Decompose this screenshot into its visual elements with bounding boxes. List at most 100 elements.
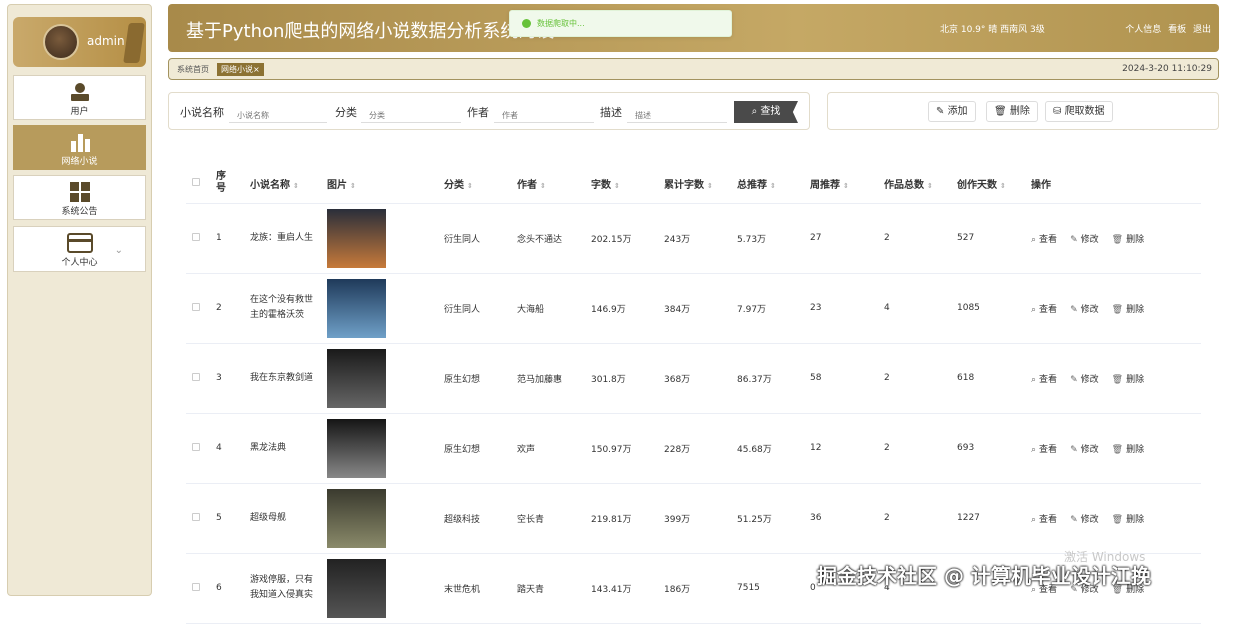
- cell-week_rec-text: 36: [810, 513, 822, 523]
- cell-total_rec-text: 5.73万: [737, 234, 767, 245]
- col-days[interactable]: 创作天数 ⇕: [957, 164, 1031, 204]
- dashboard-link[interactable]: 看板: [1168, 25, 1186, 35]
- cell-works: 2: [884, 483, 957, 554]
- row-checkbox[interactable]: [192, 232, 200, 241]
- sidebar-item-novels[interactable]: 网络小说: [13, 125, 146, 170]
- cell-name-text: 黑龙法典: [250, 442, 287, 453]
- view-label: 查看: [1039, 304, 1058, 315]
- active-tag[interactable]: 网络小说×: [217, 63, 264, 76]
- author-input[interactable]: [494, 101, 594, 123]
- cell-select: [186, 483, 216, 554]
- select-all-checkbox[interactable]: [192, 177, 200, 186]
- bar-chart-icon: [70, 134, 90, 152]
- edit-button[interactable]: ✎ 修改: [1070, 305, 1099, 315]
- novel-name-input[interactable]: [229, 101, 327, 123]
- row-checkbox[interactable]: [192, 442, 200, 451]
- cell-category-text: 原生幻想: [444, 374, 481, 385]
- edit-button[interactable]: ✎ 修改: [1070, 375, 1099, 385]
- col-name[interactable]: 小说名称 ⇕: [250, 164, 327, 204]
- edit-icon: ✎: [1070, 444, 1078, 455]
- sort-icon[interactable]: ⇕: [614, 182, 620, 190]
- view-button[interactable]: ⌕ 查看: [1031, 235, 1057, 245]
- row-delete-button[interactable]: 🗑 删除: [1112, 235, 1144, 245]
- view-button[interactable]: ⌕ 查看: [1031, 305, 1057, 315]
- sidebar-item-users[interactable]: 用户: [13, 75, 146, 120]
- row-delete-button[interactable]: 🗑 删除: [1112, 515, 1144, 525]
- col-category[interactable]: 分类 ⇕: [444, 164, 517, 204]
- crawl-button[interactable]: ⛁ 爬取数据: [1045, 101, 1113, 122]
- cell-name-text: 龙族：重启人生: [250, 232, 314, 243]
- col-words[interactable]: 字数 ⇕: [591, 164, 664, 204]
- sidebar-item-announcements[interactable]: 系统公告: [13, 175, 146, 220]
- weather-info: 北京 10.9° 晴 西南风 3级: [940, 25, 1045, 35]
- cell-works-text: 2: [884, 513, 890, 523]
- edit-button[interactable]: ✎ 修改: [1070, 235, 1099, 245]
- sort-icon[interactable]: ⇕: [293, 182, 299, 190]
- sort-icon[interactable]: ⇕: [927, 182, 933, 190]
- col-author[interactable]: 作者 ⇕: [517, 164, 591, 204]
- row-checkbox[interactable]: [192, 582, 200, 591]
- home-tag[interactable]: 系统首页: [177, 64, 209, 75]
- sort-icon[interactable]: ⇕: [540, 182, 546, 190]
- sidebar-item-profile[interactable]: 个人中心 ⌄: [13, 226, 146, 272]
- row-checkbox[interactable]: [192, 512, 200, 521]
- row-checkbox[interactable]: [192, 302, 200, 311]
- row-delete-button[interactable]: 🗑 删除: [1112, 375, 1144, 385]
- cell-idx-text: 5: [216, 513, 222, 523]
- col-image[interactable]: 图片 ⇕: [327, 164, 444, 204]
- sort-icon[interactable]: ⇕: [350, 182, 356, 190]
- search-button[interactable]: ⌕ 查找: [734, 101, 798, 123]
- novel-cover-image[interactable]: [327, 348, 386, 408]
- header-links: 个人信息 看板 退出: [1121, 22, 1211, 35]
- sort-icon[interactable]: ⇕: [1000, 182, 1006, 190]
- logout-link[interactable]: 退出: [1193, 25, 1211, 35]
- cell-words-text: 219.81万: [591, 514, 632, 525]
- row-delete-button[interactable]: 🗑 删除: [1112, 445, 1144, 455]
- sort-icon[interactable]: ⇕: [843, 182, 849, 190]
- col-works[interactable]: 作品总数 ⇕: [884, 164, 957, 204]
- cell-words: 150.97万: [591, 413, 664, 484]
- novel-cover-image[interactable]: [327, 488, 386, 548]
- cell-image: [327, 553, 444, 624]
- cell-week_rec-text: 23: [810, 303, 822, 313]
- add-button[interactable]: ✎ 添加: [928, 101, 976, 122]
- cell-total_words: 186万: [664, 553, 737, 624]
- search-label-category: 分类: [335, 106, 357, 119]
- col-week-rec[interactable]: 周推荐 ⇕: [810, 164, 884, 204]
- sort-icon[interactable]: ⇕: [770, 182, 776, 190]
- chevron-down-icon[interactable]: ⌄: [115, 245, 123, 256]
- novel-cover-image[interactable]: [327, 418, 386, 478]
- cell-words: 301.8万: [591, 343, 664, 414]
- view-button[interactable]: ⌕ 查看: [1031, 375, 1057, 385]
- cell-name: 超级母舰: [250, 483, 327, 554]
- row-delete-button[interactable]: 🗑 删除: [1112, 305, 1144, 315]
- novel-cover-image[interactable]: [327, 558, 386, 618]
- sort-icon[interactable]: ⇕: [467, 182, 473, 190]
- col-total-words[interactable]: 累计字数 ⇕: [664, 164, 737, 204]
- category-input[interactable]: [361, 101, 461, 123]
- view-label: 查看: [1039, 234, 1058, 245]
- user-card[interactable]: admin: [13, 17, 146, 67]
- cell-week_rec-text: 12: [810, 443, 822, 453]
- edit-button[interactable]: ✎ 修改: [1070, 515, 1099, 525]
- grid-icon: [69, 182, 90, 202]
- novel-cover-image[interactable]: [327, 278, 386, 338]
- description-input[interactable]: [627, 101, 727, 123]
- col-total-rec[interactable]: 总推荐 ⇕: [737, 164, 810, 204]
- row-checkbox[interactable]: [192, 372, 200, 381]
- profile-link[interactable]: 个人信息: [1125, 25, 1161, 35]
- view-button[interactable]: ⌕ 查看: [1031, 445, 1057, 455]
- cell-words: 202.15万: [591, 203, 664, 274]
- delete-button[interactable]: 🗑 删除: [986, 101, 1038, 122]
- edit-button[interactable]: ✎ 修改: [1070, 445, 1099, 455]
- cell-total_words: 399万: [664, 483, 737, 554]
- sort-icon[interactable]: ⇕: [707, 182, 713, 190]
- cell-author: 欢声: [517, 413, 591, 484]
- col-actions-label: 操作: [1031, 179, 1051, 191]
- add-icon: ✎: [936, 106, 948, 117]
- trash-icon: 🗑: [1111, 304, 1124, 315]
- view-button[interactable]: ⌕ 查看: [1031, 515, 1057, 525]
- cell-words: 143.41万: [591, 553, 664, 624]
- cell-idx-text: 1: [216, 233, 222, 243]
- novel-cover-image[interactable]: [327, 208, 386, 268]
